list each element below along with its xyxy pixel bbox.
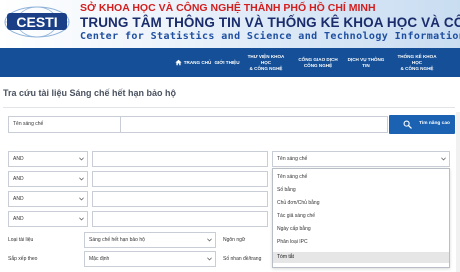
- criteria-field-select-1[interactable]: Tên sáng chế: [272, 151, 450, 167]
- chevron-down-icon: [441, 157, 446, 161]
- nav-label-home: TRANG CHỦ: [183, 59, 212, 65]
- main-nav: TRANG CHỦ GIỚI THIỆU THƯ VIỆN KHOA HỌC &…: [0, 48, 460, 77]
- nav-label-tech-exchange: CỔNG GIAO DỊCH CÔNG NGHỆ: [298, 56, 338, 68]
- advanced-search-button-label: Tìm nâng cao: [419, 121, 450, 126]
- chevron-down-icon: [79, 177, 84, 181]
- dropdown-option[interactable]: Số bằng: [273, 185, 449, 196]
- criteria-text-input-2[interactable]: [92, 171, 268, 187]
- nav-item-info-service[interactable]: DỊCH VỤ THÔNG TIN: [345, 48, 387, 77]
- nav-item-about[interactable]: GIỚI THIỆU: [214, 48, 240, 77]
- criteria-text-input-3[interactable]: [92, 191, 268, 207]
- chevron-down-icon: [207, 238, 212, 242]
- header-org-parent: SỞ KHOA HỌC VÀ CÔNG NGHỆ THÀNH PHỐ HỒ CH…: [80, 2, 376, 14]
- search-input[interactable]: [121, 116, 388, 133]
- sort-select[interactable]: Mặc định: [84, 251, 216, 267]
- search-field-select[interactable]: Tên sáng chế: [8, 116, 121, 133]
- nav-label-info-service: DỊCH VỤ THÔNG TIN: [347, 56, 385, 68]
- doc-type-select[interactable]: Sáng chế hết hạn bảo hộ: [84, 232, 216, 248]
- dropdown-option[interactable]: Chủ đơn/Chủ bằng: [273, 198, 449, 209]
- nav-item-statistics[interactable]: THỐNG KÊ KHOA HỌC & CÔNG NGHỆ: [392, 48, 442, 77]
- dropdown-option-highlighted[interactable]: Tóm tắt: [273, 252, 449, 263]
- dropdown-option[interactable]: Tác giả sáng chế: [273, 211, 449, 222]
- search-field-select-value: Tên sáng chế: [13, 121, 44, 127]
- page-scrollbar[interactable]: [456, 112, 460, 272]
- header-org-english: Center for Statistics and Science and Te…: [80, 31, 460, 42]
- criteria-operator-value-3: AND: [13, 196, 24, 202]
- chevron-down-icon: [79, 197, 84, 201]
- nav-item-tech-exchange[interactable]: CỔNG GIAO DỊCH CÔNG NGHỆ: [298, 48, 338, 77]
- chevron-down-icon: [79, 157, 84, 161]
- criteria-field-dropdown: Tên sáng chế Số bằng Chủ đơn/Chủ bằng Tá…: [272, 168, 450, 268]
- nav-label-about: GIỚI THIỆU: [214, 59, 240, 65]
- criteria-operator-value-4: AND: [13, 216, 24, 222]
- cesti-logo[interactable]: CESTI: [3, 4, 71, 40]
- chevron-down-icon: [207, 257, 212, 261]
- site-header: CESTI SỞ KHOA HỌC VÀ CÔNG NGHỆ THÀNH PHỐ…: [0, 0, 460, 48]
- dropdown-option[interactable]: Phân loại IPC: [273, 237, 449, 248]
- nav-item-library[interactable]: THƯ VIỆN KHOA HỌC & CÔNG NGHỆ: [243, 48, 289, 77]
- logo-text: CESTI: [16, 14, 57, 30]
- criteria-operator-select-3[interactable]: AND: [8, 191, 88, 207]
- criteria-operator-select-4[interactable]: AND: [8, 211, 88, 227]
- chevron-down-icon: [79, 217, 84, 221]
- home-icon: [175, 59, 182, 66]
- dropdown-option[interactable]: Ngày cấp bằng: [273, 224, 449, 235]
- criteria-text-input-4[interactable]: [92, 211, 268, 227]
- doc-type-value: Sáng chế hết hạn bảo hộ: [89, 237, 145, 243]
- per-page-label: Số nhan đề/trang: [223, 256, 262, 262]
- advanced-search-button[interactable]: Tìm nâng cao: [389, 115, 455, 134]
- search-icon: [403, 120, 412, 129]
- criteria-operator-select-2[interactable]: AND: [8, 171, 88, 187]
- criteria-operator-value-1: AND: [13, 156, 24, 162]
- doc-type-label: Loại tài liệu: [8, 237, 34, 243]
- sort-value: Mặc định: [89, 256, 110, 262]
- nav-label-statistics: THỐNG KÊ KHOA HỌC & CÔNG NGHỆ: [397, 53, 437, 71]
- nav-label-library: THƯ VIỆN KHOA HỌC & CÔNG NGHỆ: [247, 53, 285, 71]
- language-label: Ngôn ngữ: [223, 237, 246, 243]
- criteria-field-value-1: Tên sáng chế: [277, 156, 308, 162]
- nav-item-home[interactable]: TRANG CHỦ: [172, 48, 214, 77]
- dropdown-option[interactable]: Tên sáng chế: [273, 172, 449, 183]
- sort-label: Sắp xếp theo: [8, 256, 38, 262]
- criteria-operator-value-2: AND: [13, 176, 24, 182]
- title-divider: [3, 107, 455, 108]
- criteria-operator-select-1[interactable]: AND: [8, 151, 88, 167]
- page-title: Tra cứu tài liệu Sáng chế hết hạn bảo hộ: [3, 88, 177, 98]
- header-org-name: TRUNG TÂM THÔNG TIN VÀ THỐNG KÊ KHOA HỌC…: [80, 15, 460, 30]
- criteria-text-input-1[interactable]: [92, 151, 268, 167]
